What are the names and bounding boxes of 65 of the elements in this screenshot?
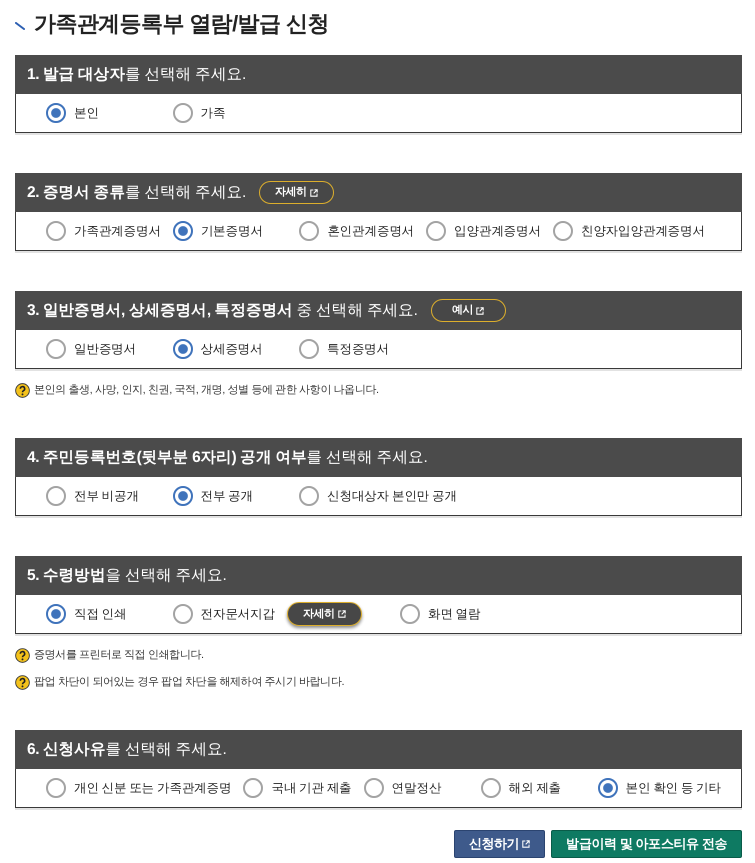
note-text: 팝업 차단이 되어있는 경우 팝업 차단을 해제하여 주시기 바랍니다.	[34, 674, 344, 690]
radio-label[interactable]: 전부 공개	[200, 486, 253, 506]
radio-label[interactable]: 가족관계증명서	[74, 222, 161, 240]
radio-label[interactable]: 본인 확인 등 기타	[626, 778, 721, 798]
radio-button[interactable]	[552, 221, 573, 241]
radio-label[interactable]: 기본증명서	[200, 222, 263, 240]
radio-label[interactable]: 특정증명서	[327, 340, 390, 358]
section-heading: 6. 신청사유를 선택해 주세요.	[27, 740, 226, 760]
radio-button[interactable]	[172, 103, 192, 123]
external-link-icon	[338, 610, 346, 618]
radio-button[interactable]	[46, 339, 66, 359]
radio-button[interactable]	[172, 339, 192, 359]
diagonal-line-icon	[15, 22, 25, 30]
radio-button[interactable]	[46, 604, 66, 624]
section-heading: 3. 일반증명서, 상세증명서, 특정증명서 중 선택해 주세요.	[27, 300, 418, 321]
radio-label[interactable]: 혼인관계증명서	[327, 222, 414, 240]
apply-button[interactable]: 신청하기	[454, 830, 546, 858]
radio-button[interactable]	[598, 778, 618, 798]
radio-button[interactable]	[243, 778, 264, 798]
radio-label[interactable]: 일반증명서	[74, 340, 136, 358]
section-heading: 4. 주민등록번호(뒷부분 6자리) 공개 여부를 선택해 주세요.	[27, 448, 428, 468]
radio-label[interactable]: 화면 열람	[428, 604, 480, 624]
radio-button[interactable]	[299, 221, 320, 241]
note-text: 증명서를 프린터로 직접 인쇄합니다.	[34, 648, 204, 663]
radio-label[interactable]: 가족	[200, 104, 226, 122]
link-button[interactable]: 자세히	[286, 602, 362, 626]
radio-label[interactable]: 신청대상자 본인만 공개	[327, 486, 457, 506]
radio-button[interactable]	[299, 486, 319, 506]
radio-button[interactable]	[480, 778, 501, 798]
radio-label[interactable]: 전자문서지갑	[200, 604, 275, 624]
radio-button[interactable]	[46, 778, 66, 798]
external-link-icon	[310, 188, 318, 196]
radio-button[interactable]	[46, 103, 66, 123]
radio-button[interactable]	[172, 486, 192, 506]
radio-label[interactable]: 해외 제출	[508, 778, 562, 798]
send-button[interactable]: 발급이력 및 아포스티유 전송	[551, 830, 742, 858]
note-text: 본인의 출생, 사망, 인지, 친권, 국적, 개명, 성별 등에 관한 사항이 나옵니다.	[34, 382, 379, 398]
external-link-icon	[476, 306, 484, 314]
help-icon	[15, 674, 30, 690]
section-heading: 1. 발급 대상자를 선택해 주세요.	[27, 64, 246, 85]
help-icon	[15, 648, 30, 662]
radio-button[interactable]	[172, 604, 192, 624]
radio-label[interactable]: 입양관계증명서	[454, 222, 541, 240]
radio-label[interactable]: 직접 인쇄	[74, 604, 126, 624]
radio-label[interactable]: 친양자입양관계증명서	[580, 222, 705, 240]
radio-button[interactable]	[299, 339, 319, 359]
external-link-icon	[522, 840, 530, 848]
radio-label[interactable]: 본인	[74, 104, 99, 122]
link-button[interactable]: 예시	[430, 299, 506, 322]
help-icon	[15, 382, 30, 398]
radio-button[interactable]	[46, 221, 66, 241]
radio-label[interactable]: 상세증명서	[200, 340, 263, 358]
link-button[interactable]: 자세히	[258, 181, 334, 204]
radio-label[interactable]: 국내 기관 제출	[271, 778, 352, 798]
radio-button[interactable]	[172, 221, 193, 241]
radio-button[interactable]	[426, 221, 446, 241]
radio-label[interactable]: 개인 신분 또는 가족관계증명	[74, 778, 232, 798]
radio-button[interactable]	[400, 604, 420, 624]
radio-button[interactable]	[46, 486, 66, 506]
radio-label[interactable]: 전부 비공개	[74, 486, 139, 506]
radio-label[interactable]: 연말정산	[392, 778, 442, 798]
page-title: 가족관계등록부 열람/발급 신청	[34, 10, 329, 38]
section-heading: 2. 증명서 종류를 선택해 주세요.	[27, 182, 246, 203]
radio-button[interactable]	[364, 778, 384, 798]
section-heading: 5. 수령방법을 선택해 주세요.	[27, 566, 226, 586]
